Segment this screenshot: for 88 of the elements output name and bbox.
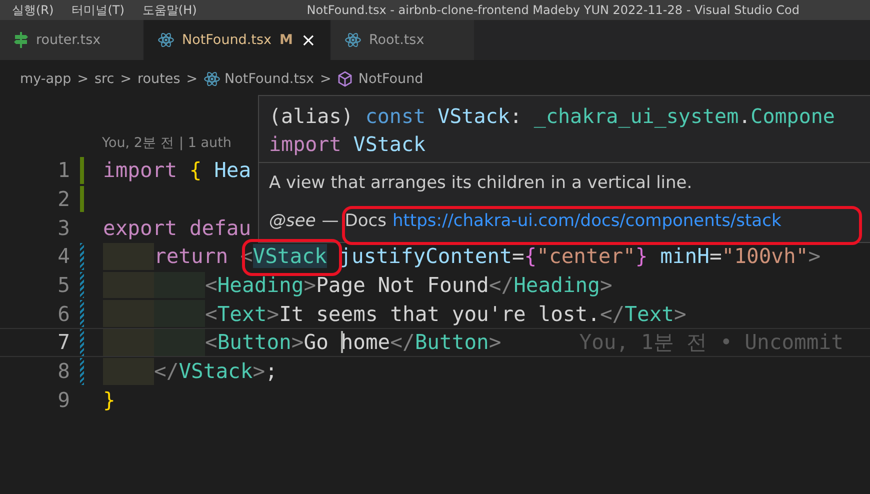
breadcrumb-separator: > — [320, 71, 332, 87]
code-token: export defau — [103, 216, 252, 240]
code-token: < — [205, 330, 218, 354]
code-token: = — [709, 244, 722, 268]
code-token: "center" — [536, 244, 636, 268]
cube-icon — [337, 71, 354, 87]
line-number: 9 — [56, 388, 70, 412]
breadcrumb-separator: > — [120, 71, 132, 87]
breadcrumb-item[interactable]: NotFound — [337, 71, 424, 87]
line-number: 8 — [56, 359, 70, 384]
code-token: } — [635, 244, 648, 268]
menu-item[interactable]: 실행(R) — [12, 2, 54, 18]
code-token: > — [266, 302, 280, 326]
code-token: > — [600, 273, 612, 298]
code-token: </ — [600, 302, 625, 326]
code-token: Button — [217, 330, 292, 354]
code-token: > — [291, 330, 304, 354]
line-number: 1 — [56, 158, 70, 182]
code-token: : — [510, 104, 523, 128]
react-icon — [345, 32, 362, 48]
code-token: return — [154, 244, 230, 268]
editor-tab[interactable]: router.tsx — [0, 20, 144, 60]
docs-link[interactable]: https://chakra-ui.com/docs/components/stack — [392, 211, 782, 231]
code-token: Text — [217, 302, 267, 326]
editor-tab[interactable]: Root.tsx — [331, 20, 476, 60]
code-token: Heading — [217, 273, 304, 298]
code-token: It seems that you're lost. — [279, 302, 600, 326]
line-number: 6 — [56, 302, 70, 326]
code-token: Go — [304, 330, 330, 354]
code-token: Button — [414, 330, 489, 354]
close-button[interactable]: × — [300, 30, 316, 50]
code-token: { — [524, 244, 537, 268]
code-token: _chakra_ui_system — [534, 104, 739, 128]
breadcrumb-separator: > — [77, 71, 88, 87]
code-token: < — [205, 302, 218, 326]
react-icon — [158, 32, 174, 48]
breadcrumb-item[interactable]: NotFound.tsx — [204, 71, 314, 87]
menu-item[interactable]: 도움말(H) — [142, 2, 197, 18]
breadcrumb-item[interactable]: routes — [138, 71, 180, 87]
code-token: > — [674, 302, 686, 326]
line-number: 2 — [56, 187, 70, 212]
code-token: Hea — [213, 158, 252, 182]
code-token: "100vh" — [722, 244, 808, 268]
code-token: Text — [624, 302, 674, 326]
code-token: < — [205, 273, 218, 298]
see-tag: @see — [269, 211, 316, 231]
code-token: VStack — [353, 132, 426, 156]
code-token: home — [340, 330, 390, 354]
line-number: 7 — [56, 330, 70, 354]
breadcrumb-separator: > — [186, 71, 198, 87]
code-token: VStack — [178, 359, 253, 384]
code-token: VStack — [252, 244, 327, 268]
editor-tab[interactable]: NotFound.tsx M × — [144, 20, 332, 60]
line-number: 4 — [56, 244, 70, 268]
code-token: VStack — [438, 104, 510, 128]
code-token: import — [103, 158, 178, 182]
code-token: > — [808, 244, 821, 268]
line-number: 3 — [56, 216, 70, 240]
docs-label: Docs — [344, 211, 386, 231]
code-token: </ — [488, 273, 514, 298]
code-token: (alias) — [269, 104, 354, 128]
blame-annotation: You, 1분 전 • Uncommit — [579, 329, 844, 356]
breadcrumb-item[interactable]: my-app — [20, 71, 72, 87]
code-token: </ — [154, 359, 179, 384]
code-token: > — [252, 359, 266, 384]
react-icon — [204, 71, 220, 87]
menu-item[interactable]: 터미널(T) — [72, 2, 124, 18]
code-token: minH — [659, 244, 710, 268]
signpost-icon — [14, 32, 28, 48]
code-token: } — [103, 388, 116, 412]
code-token: ; — [265, 359, 278, 384]
dash-text: — — [322, 211, 339, 231]
code-token: . — [738, 104, 751, 128]
code-token: Heading — [514, 273, 600, 298]
modified-status-label: M — [279, 32, 293, 48]
breadcrumb-item[interactable]: src — [94, 71, 114, 87]
code-token: Page Not Found — [316, 273, 489, 298]
window-title: NotFound.tsx - airbnb-clone-frontend Madeby YUN 2022-11-28 - Visual Studio Cod — [306, 3, 800, 17]
code-token: import — [269, 132, 342, 156]
code-token: { — [189, 158, 202, 182]
code-token: const — [365, 104, 427, 128]
code-token: > — [488, 330, 502, 354]
code-token: </ — [390, 330, 415, 354]
code-token: > — [304, 273, 316, 298]
description-text: A view that arranges its children in a vertical line. — [268, 172, 694, 195]
line-number: 5 — [56, 273, 70, 298]
code-token: = — [512, 244, 524, 268]
code-token: Compone — [750, 104, 835, 128]
